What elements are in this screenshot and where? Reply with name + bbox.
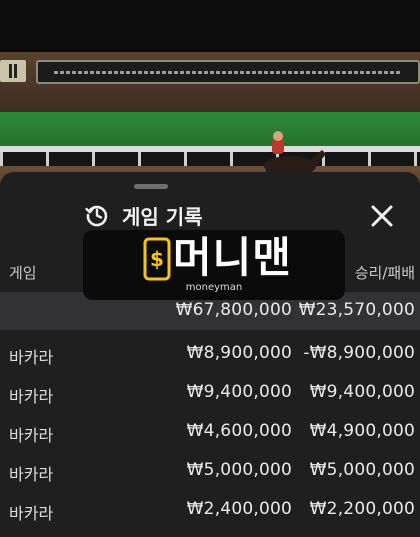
- row-game: 바카라: [9, 348, 54, 367]
- sheet-header: 게임 기록: [84, 200, 203, 230]
- moneyman-watermark: $ 머니맨 moneyman: [83, 230, 345, 300]
- row-game: 바카라: [9, 465, 54, 484]
- infield-grass: [0, 112, 420, 148]
- watermark-text: 머니맨: [173, 233, 292, 282]
- row-result: ₩9,400,000: [309, 382, 415, 402]
- watermark-subtext: moneyman: [185, 282, 243, 293]
- row-game: 바카라: [9, 504, 54, 523]
- close-icon[interactable]: [368, 202, 396, 230]
- rail-posts: [0, 152, 420, 166]
- row-amount: ₩2,400,000: [186, 499, 292, 519]
- table-row[interactable]: 바카라 ₩4,600,000 ₩4,900,000: [0, 412, 420, 451]
- sheet-title: 게임 기록: [122, 204, 203, 229]
- row-result: -₩8,900,000: [303, 343, 415, 363]
- table-row[interactable]: 바카라 ₩8,900,000 -₩8,900,000: [0, 334, 420, 373]
- svg-text:$: $: [150, 247, 164, 271]
- column-header-game: 게임: [9, 264, 37, 282]
- row-game: 바카라: [9, 387, 54, 406]
- total-amount: ₩67,800,000: [175, 300, 292, 320]
- table-row[interactable]: 바카라 ₩5,000,000 ₩5,000,000: [0, 451, 420, 490]
- drag-handle[interactable]: [134, 184, 168, 189]
- row-amount: ₩9,400,000: [186, 382, 292, 402]
- column-header-result: 승리/패배: [354, 264, 415, 282]
- progress-board: [36, 60, 420, 84]
- row-result: ₩2,200,000: [309, 499, 415, 519]
- game-background: [0, 0, 420, 200]
- top-bar: [0, 0, 420, 52]
- history-list: 바카라 ₩8,900,000 -₩8,900,000 바카라 ₩9,400,00…: [0, 334, 420, 529]
- dollar-phone-icon: $: [143, 237, 171, 281]
- row-result: ₩4,900,000: [309, 421, 415, 441]
- history-icon: [85, 205, 108, 227]
- row-amount: ₩4,600,000: [186, 421, 292, 441]
- total-result: ₩23,570,000: [298, 300, 415, 320]
- row-amount: ₩8,900,000: [186, 343, 292, 363]
- row-game: 바카라: [9, 426, 54, 445]
- row-result: ₩5,000,000: [309, 460, 415, 480]
- row-amount: ₩5,000,000: [186, 460, 292, 480]
- table-row[interactable]: 바카라 ₩2,400,000 ₩2,200,000: [0, 490, 420, 529]
- pause-icon: [0, 60, 26, 82]
- table-row[interactable]: 바카라 ₩9,400,000 ₩9,400,000: [0, 373, 420, 412]
- game-history-sheet: 게임 기록 게임 승리/패배 ₩67,800,000 ₩23,570,000 바…: [0, 172, 420, 537]
